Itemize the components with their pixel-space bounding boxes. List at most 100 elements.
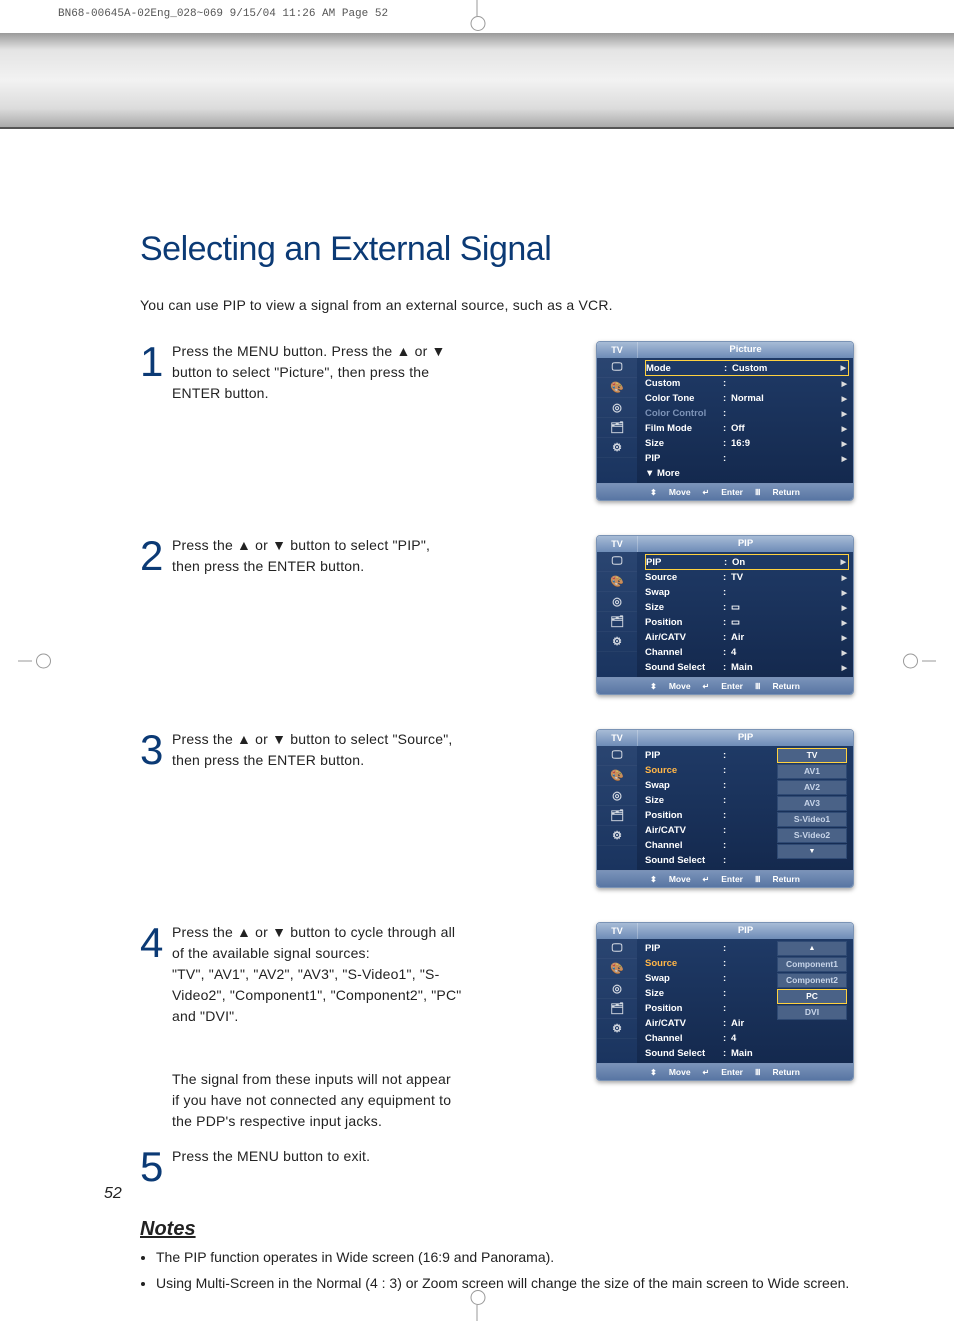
osd-row-label: Custom — [645, 378, 721, 389]
notes-heading: Notes — [140, 1218, 854, 1241]
footer-move: Move — [669, 487, 691, 497]
osd-row-colon: : — [723, 840, 729, 851]
osd-row-colon: : — [723, 408, 729, 419]
osd-row-value: Normal — [731, 393, 837, 404]
manual-page: BN68-00645A-02Eng_028~069 9/15/04 11:26 … — [0, 0, 954, 1321]
osd-row-label: Size — [645, 988, 721, 999]
arrow-right-icon: ▶ — [839, 619, 847, 627]
osd-sidebar-icon: 🖵 — [597, 746, 637, 766]
return-icon: Ⅲ — [755, 682, 761, 691]
crop-mark-right — [903, 653, 936, 668]
arrow-right-icon: ▶ — [839, 664, 847, 672]
osd-row-colon: : — [723, 1033, 729, 1044]
osd-row-value: TV — [731, 572, 837, 583]
note-item: The PIP function operates in Wide screen… — [156, 1247, 854, 1269]
footer-move: Move — [669, 1067, 691, 1077]
arrow-right-icon: ▶ — [838, 364, 846, 372]
osd-row-label: PIP — [645, 750, 721, 761]
osd-menu-row: Custom:▶ — [645, 376, 849, 391]
step-osd-cell: TVPIP🖵🎨◎🗂⚙PIP:Source:Swap:Size:Position:… — [472, 729, 854, 890]
content-area: Selecting an External Signal You can use… — [140, 230, 854, 1261]
osd-popup-option: TV — [777, 748, 847, 763]
print-header-text: BN68-00645A-02Eng_028~069 9/15/04 11:26 … — [58, 8, 388, 20]
footer-enter: Enter — [721, 681, 743, 691]
arrow-right-icon: ▶ — [839, 604, 847, 612]
enter-icon: ↵ — [703, 875, 710, 884]
osd-row-label: Swap — [645, 587, 721, 598]
footer-move: Move — [669, 681, 691, 691]
arrow-right-icon: ▶ — [839, 440, 847, 448]
osd-row-label: Size — [645, 795, 721, 806]
osd-row-colon: : — [723, 587, 729, 598]
arrow-right-icon: ▶ — [839, 410, 847, 418]
move-icon: ⬍ — [650, 1068, 657, 1077]
header-gradient-bar — [0, 33, 954, 129]
osd-menu-row: Sound Select:Main▶ — [645, 660, 849, 675]
osd-row-label: Position — [645, 617, 721, 628]
footer-return: Return — [773, 681, 800, 691]
step-number: 1 — [140, 341, 162, 383]
osd-sidebar-icon: 🗂 — [597, 612, 637, 632]
print-header: BN68-00645A-02Eng_028~069 9/15/04 11:26 … — [58, 8, 388, 20]
osd-sidebar-icon: ⚙ — [597, 438, 637, 458]
osd-panel: TVPIP🖵🎨◎🗂⚙PIP:Source:Swap:Size:Position:… — [596, 729, 854, 888]
osd-row-value: ▭ — [731, 602, 837, 613]
osd-row-label: Size — [645, 602, 721, 613]
step-osd-cell: TVPIP🖵🎨◎🗂⚙PIP:Source:Swap:Size:Position:… — [472, 922, 854, 1083]
footer-enter: Enter — [721, 874, 743, 884]
osd-menu-row: Swap:▶ — [645, 585, 849, 600]
osd-sidebar: 🖵🎨◎🗂⚙ — [597, 552, 637, 677]
step-number: 3 — [140, 729, 162, 771]
osd-menu-row: Channel:4 — [645, 1031, 849, 1046]
osd-footer: ⬍Move↵EnterⅢReturn — [597, 870, 853, 887]
osd-sidebar-icon: ⚙ — [597, 826, 637, 846]
osd-row-colon: : — [723, 973, 729, 984]
osd-row-label: Size — [645, 438, 721, 449]
osd-panel: TVPicture🖵🎨◎🗂⚙Mode:Custom▶Custom:▶Color … — [596, 341, 854, 501]
osd-sidebar-icon: ◎ — [597, 979, 637, 999]
osd-row-colon: : — [723, 378, 729, 389]
arrow-right-icon: ▶ — [839, 455, 847, 463]
osd-row-label: Film Mode — [645, 423, 721, 434]
osd-popup-option: S-Video1 — [777, 812, 847, 827]
osd-menu-row: PIP:▶ — [645, 451, 849, 466]
page-number: 52 — [104, 1185, 122, 1203]
osd-tv-label: TV — [597, 342, 638, 358]
osd-row-value: ▭ — [731, 617, 837, 628]
osd-menu: PIP:On▶Source:TV▶Swap:▶Size:▭▶Position:▭… — [637, 552, 853, 677]
osd-row-colon: : — [723, 943, 729, 954]
osd-footer: ⬍Move↵EnterⅢReturn — [597, 483, 853, 500]
osd-popup-option: Component1 — [777, 957, 847, 972]
osd-popup-option: S-Video2 — [777, 828, 847, 843]
osd-menu-row: Size:▭▶ — [645, 600, 849, 615]
osd-menu-row: Color Control:▶ — [645, 406, 849, 421]
arrow-right-icon: ▶ — [839, 634, 847, 642]
return-icon: Ⅲ — [755, 488, 761, 497]
osd-title: Picture — [638, 342, 853, 358]
osd-row-colon: : — [723, 632, 729, 643]
osd-row-label: PIP — [646, 557, 722, 568]
step-text: Press the ▲ or ▼ button to select "Sourc… — [172, 729, 462, 771]
osd-menu-row: Air/CATV:Air▶ — [645, 630, 849, 645]
notes-list: The PIP function operates in Wide screen… — [140, 1247, 854, 1294]
osd-row-value: On — [732, 557, 836, 568]
osd-popup-scroll-icon: ▲ — [777, 941, 847, 956]
osd-panel: TVPIP🖵🎨◎🗂⚙PIP:Source:Swap:Size:Position:… — [596, 922, 854, 1081]
osd-row-colon: : — [723, 662, 729, 673]
crop-mark-left — [18, 653, 51, 668]
osd-row-colon: : — [723, 825, 729, 836]
osd-popup-option: DVI — [777, 1005, 847, 1020]
osd-row-label: Swap — [645, 780, 721, 791]
arrow-right-icon: ▶ — [838, 558, 846, 566]
arrow-right-icon: ▶ — [839, 395, 847, 403]
crop-mark-bottom — [477, 1305, 478, 1321]
osd-row-label: Channel — [645, 840, 721, 851]
osd-menu: Mode:Custom▶Custom:▶Color Tone:Normal▶Co… — [637, 358, 853, 483]
osd-title: PIP — [638, 536, 853, 552]
osd-menu: PIP:Source:Swap:Size:Position:Air/CATV:A… — [637, 939, 853, 1063]
osd-row-label: Source — [645, 765, 721, 776]
osd-popup-option: AV3 — [777, 796, 847, 811]
osd-sidebar-icon: ◎ — [597, 398, 637, 418]
arrow-right-icon: ▶ — [839, 574, 847, 582]
osd-row-colon: : — [723, 855, 729, 866]
